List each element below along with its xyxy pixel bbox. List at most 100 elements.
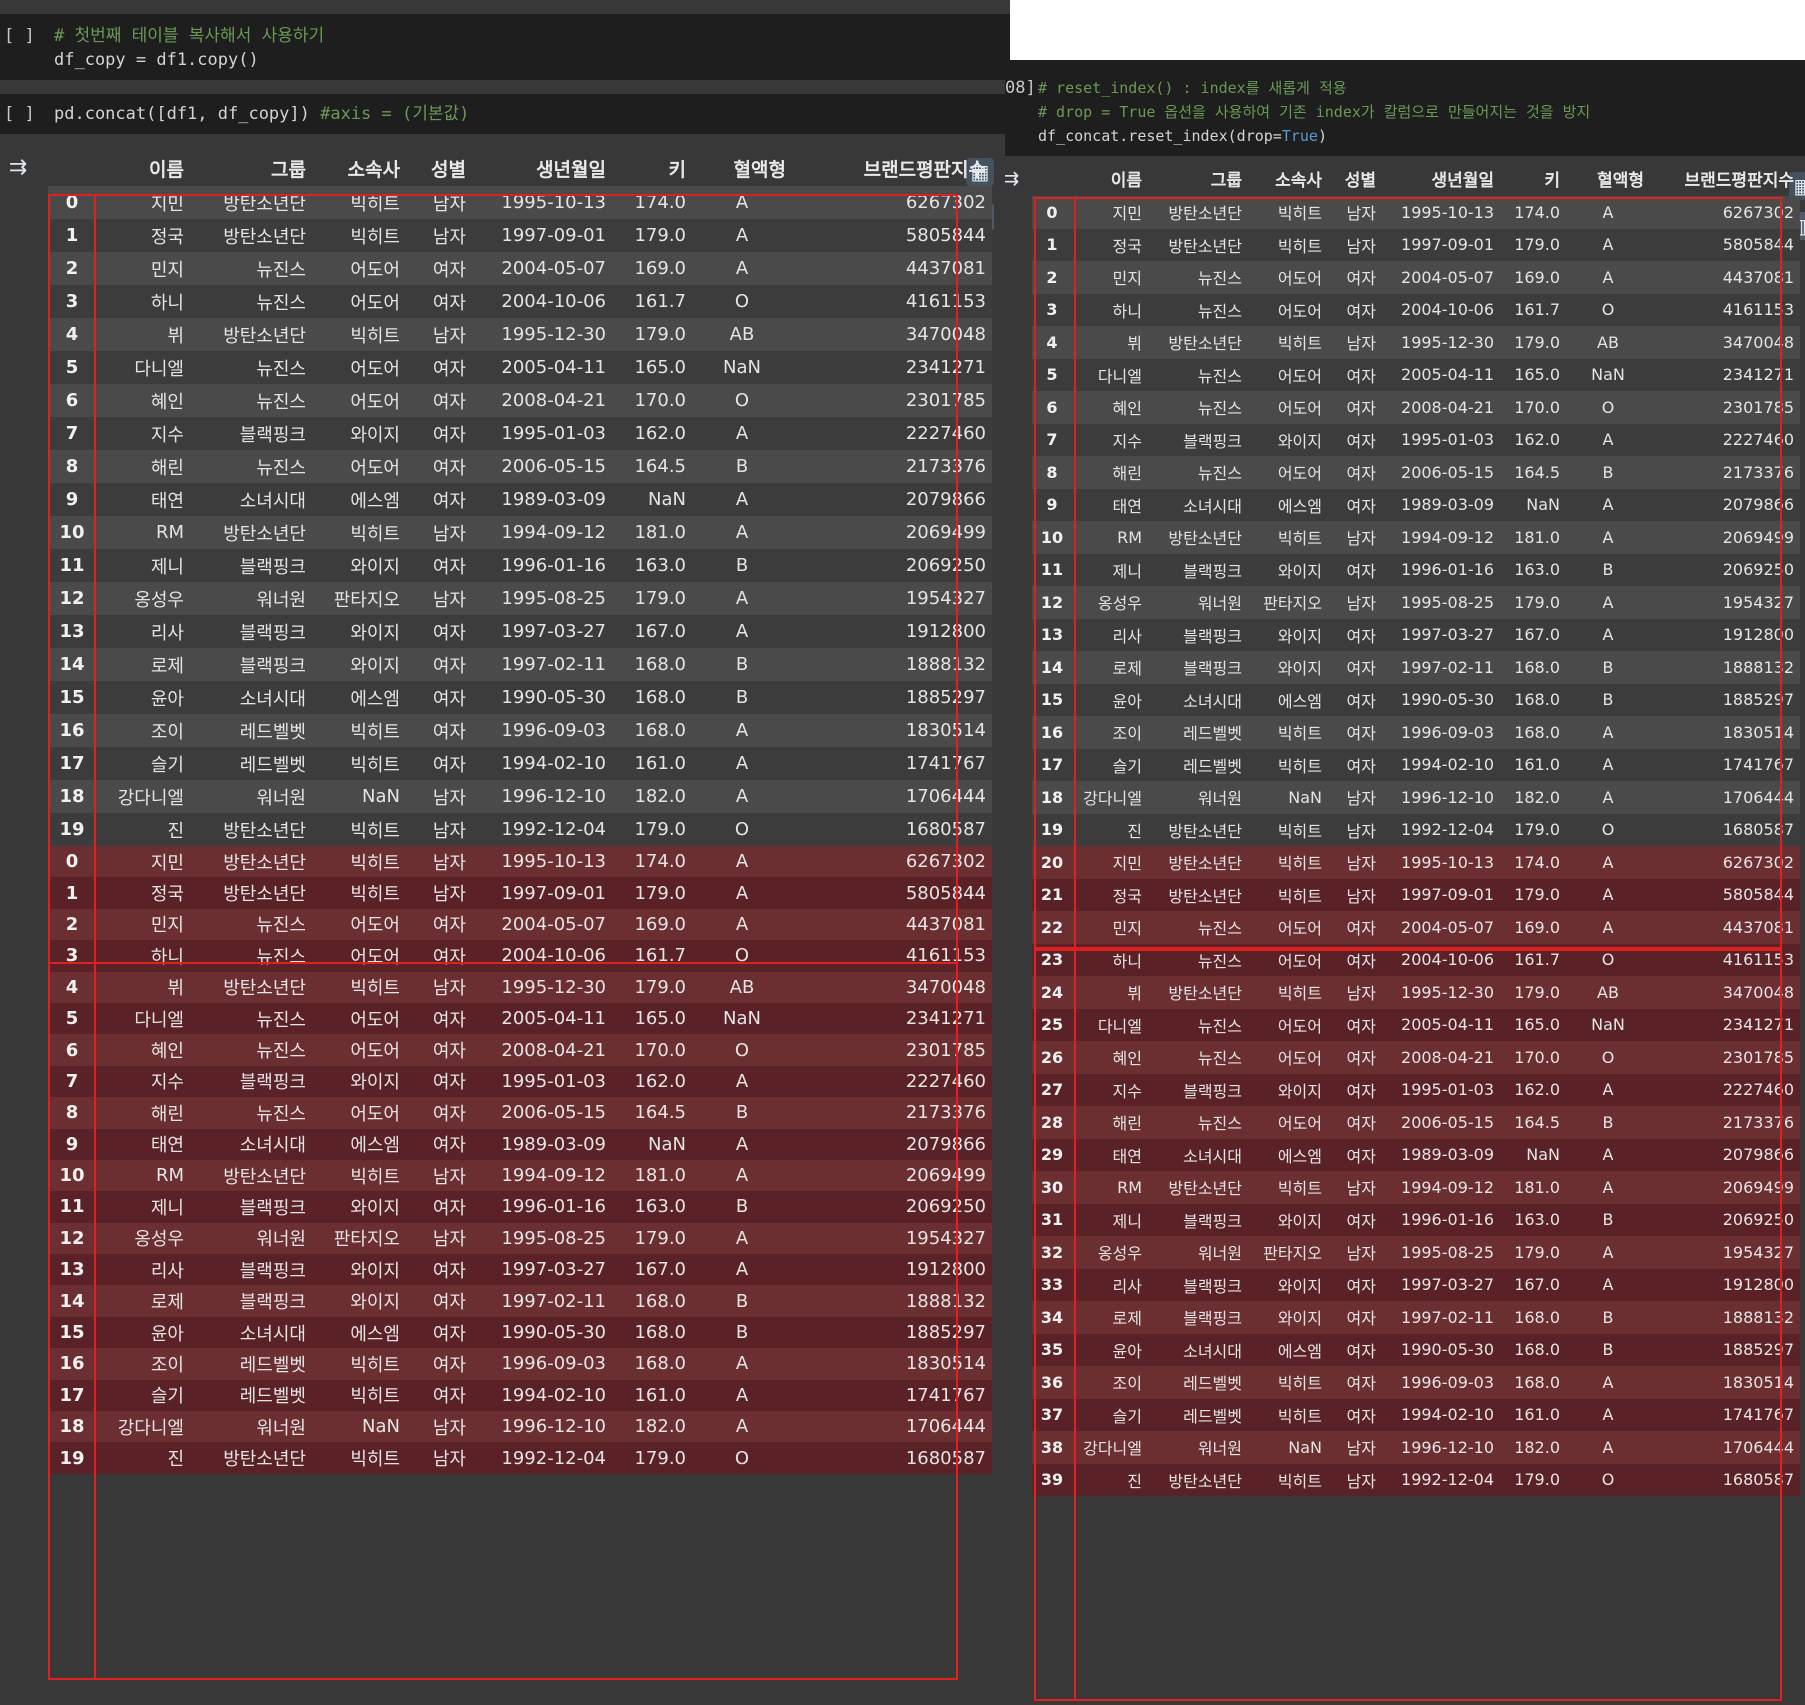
column-header[interactable]: 소속사 — [312, 150, 406, 186]
cell-name: 슬기 — [150, 754, 184, 776]
cell-agency: 어도어 — [1277, 919, 1322, 939]
cell-height: 163.0 — [1514, 1210, 1560, 1230]
cell-brand-index: 5805844 — [1722, 885, 1794, 905]
cell-gender: 여자 — [1346, 951, 1376, 971]
cell-name: 조이 — [1112, 1374, 1142, 1394]
table-row: 34 로제 블랙핑크 와이지 여자 1997-02-11 168.0 B 1888132 — [1032, 1301, 1800, 1334]
table-row: 8 해린 뉴진스 어도어 여자 2006-05-15 164.5 B 2173376 — [1032, 456, 1800, 489]
column-header[interactable]: 생년월일 — [1382, 160, 1500, 196]
cell-group: 레드벨벳 — [239, 1386, 306, 1408]
cell-agency: 와이지 — [350, 622, 400, 644]
cell-name: 뷔 — [1127, 334, 1142, 354]
cell-blood-type: O — [1601, 820, 1615, 840]
cell-name: 강다니엘 — [1083, 789, 1142, 809]
row-index: 2 — [1046, 267, 1058, 287]
cell-height: 162.0 — [1514, 430, 1560, 450]
column-header[interactable]: 그룹 — [190, 150, 312, 186]
cell-birthdate: 2004-10-06 — [501, 291, 606, 312]
copy-code-cell[interactable]: [ ] # 첫번째 테이블 복사해서 사용하기 df_copy = df1.co… — [0, 14, 1010, 80]
reset-index-code-cell[interactable]: 08] # reset_index() : index를 새롭게 적용 # dr… — [1005, 60, 1805, 156]
column-header[interactable]: 소속사 — [1248, 160, 1328, 196]
cell-gender: 여자 — [1346, 1114, 1376, 1134]
cell-brand-index: 1680587 — [1722, 820, 1794, 840]
cell-gender: 남자 — [1346, 334, 1376, 354]
cell-height: 167.0 — [1514, 1275, 1560, 1295]
cell-agency: 어도어 — [350, 1009, 400, 1031]
cell-group: 방탄소년단 — [1168, 334, 1242, 354]
cell-run-button[interactable]: [ ] — [4, 24, 35, 48]
cell-gender: 남자 — [432, 325, 466, 347]
cell-agency: 판타지오 — [333, 1229, 400, 1251]
cell-height: 179.0 — [634, 976, 686, 998]
cell-birthdate: 1994-02-10 — [501, 753, 606, 774]
cell-height: 163.0 — [1514, 560, 1560, 580]
cell-group: 방탄소년단 — [1168, 1179, 1242, 1199]
cell-height: 168.0 — [1514, 1372, 1560, 1392]
table-row: 7 지수 블랙핑크 와이지 여자 1995-01-03 162.0 A 2227460 — [48, 417, 992, 450]
column-header[interactable]: 그룹 — [1148, 160, 1248, 196]
table-row: 4 뷔 방탄소년단 빅히트 남자 1995-12-30 179.0 AB 3470048 — [48, 971, 992, 1003]
cell-agency: 어도어 — [350, 292, 400, 314]
cell-run-button[interactable]: [ ] — [4, 102, 35, 126]
table-row: 25 다니엘 뉴진스 어도어 여자 2005-04-11 165.0 NaN 2341271 — [1032, 1008, 1800, 1041]
cell-gender: 여자 — [1346, 561, 1376, 581]
concat-code-cell[interactable]: [ ] pd.concat([df1, df_copy]) #axis = (기… — [0, 94, 1010, 134]
cell-height: 179.0 — [1514, 820, 1560, 840]
cell-group: 블랙핑크 — [239, 1197, 306, 1219]
cell-birthdate: 1995-08-25 — [501, 588, 606, 609]
cell-birthdate: 1997-09-01 — [1401, 885, 1494, 905]
cell-height: 168.0 — [1514, 722, 1560, 742]
column-header[interactable]: 성별 — [1328, 160, 1382, 196]
row-index: 35 — [1040, 1340, 1064, 1360]
cell-group: 소녀시대 — [239, 490, 306, 512]
column-header[interactable]: 키 — [612, 150, 692, 186]
cell-agency: 어도어 — [1277, 1049, 1322, 1069]
cell-blood-type: A — [735, 1416, 749, 1438]
cell-blood-type: B — [735, 687, 749, 708]
row-index: 31 — [1040, 1210, 1064, 1230]
cell-gender: 남자 — [432, 1417, 466, 1439]
row-index: 10 — [59, 522, 85, 543]
cell-birthdate: 1992-12-04 — [1401, 1470, 1494, 1490]
cell-blood-type: A — [1602, 527, 1614, 547]
table-row: 22 민지 뉴진스 어도어 여자 2004-05-07 169.0 A 4437081 — [1032, 911, 1800, 944]
table-row: 1 정국 방탄소년단 빅히트 남자 1997-09-01 179.0 A 5805844 — [1032, 228, 1800, 261]
column-header[interactable]: 브랜드평판지수 — [792, 150, 992, 186]
cell-group: 레드벨벳 — [239, 721, 306, 743]
column-header[interactable]: 이름 — [96, 150, 190, 186]
cell-height: 168.0 — [634, 1353, 686, 1375]
cell-execution-count[interactable]: 08] — [1005, 76, 1036, 100]
cell-group: 소녀시대 — [1183, 1341, 1242, 1361]
column-header[interactable]: 키 — [1500, 160, 1566, 196]
cell-agency: 빅히트 — [350, 721, 400, 743]
cell-height: 179.0 — [1514, 235, 1560, 255]
column-header[interactable]: 혈액형 — [692, 150, 792, 186]
row-index: 17 — [59, 753, 85, 774]
cell-brand-index: 1741767 — [905, 1384, 986, 1406]
cell-height: 162.0 — [634, 423, 686, 444]
cell-brand-index: 2341271 — [905, 357, 986, 378]
column-header[interactable]: 이름 — [1072, 160, 1148, 196]
cell-blood-type: AB — [1597, 982, 1619, 1002]
output-menu-icon[interactable]: ⇉ — [4, 154, 32, 182]
cell-height: 179.0 — [1514, 592, 1560, 612]
code-line-wrap: pd.concat([df1, df_copy]) #axis = (기본값) — [54, 102, 469, 126]
cell-height: 162.0 — [1514, 1080, 1560, 1100]
cell-group: 방탄소년단 — [1168, 236, 1242, 256]
cell-blood-type: A — [1602, 787, 1614, 807]
column-header[interactable]: 브랜드평판지수 — [1650, 160, 1800, 196]
row-index: 16 — [1040, 722, 1064, 742]
output-menu-icon[interactable]: ⇉ — [1005, 164, 1025, 192]
column-header[interactable]: 성별 — [406, 150, 472, 186]
row-index: 21 — [1040, 885, 1064, 905]
row-index: 1 — [1046, 235, 1058, 255]
cell-birthdate: 1990-05-30 — [1401, 690, 1494, 710]
row-index: 5 — [65, 357, 79, 378]
cell-height: 161.7 — [634, 945, 686, 967]
cell-brand-index: 4161153 — [905, 945, 986, 967]
cell-group: 블랙핑크 — [1183, 1211, 1242, 1231]
column-header[interactable]: 생년월일 — [472, 150, 612, 186]
column-header[interactable]: 혈액형 — [1566, 160, 1650, 196]
cell-height: 167.0 — [1514, 625, 1560, 645]
cell-gender: 여자 — [432, 292, 466, 314]
